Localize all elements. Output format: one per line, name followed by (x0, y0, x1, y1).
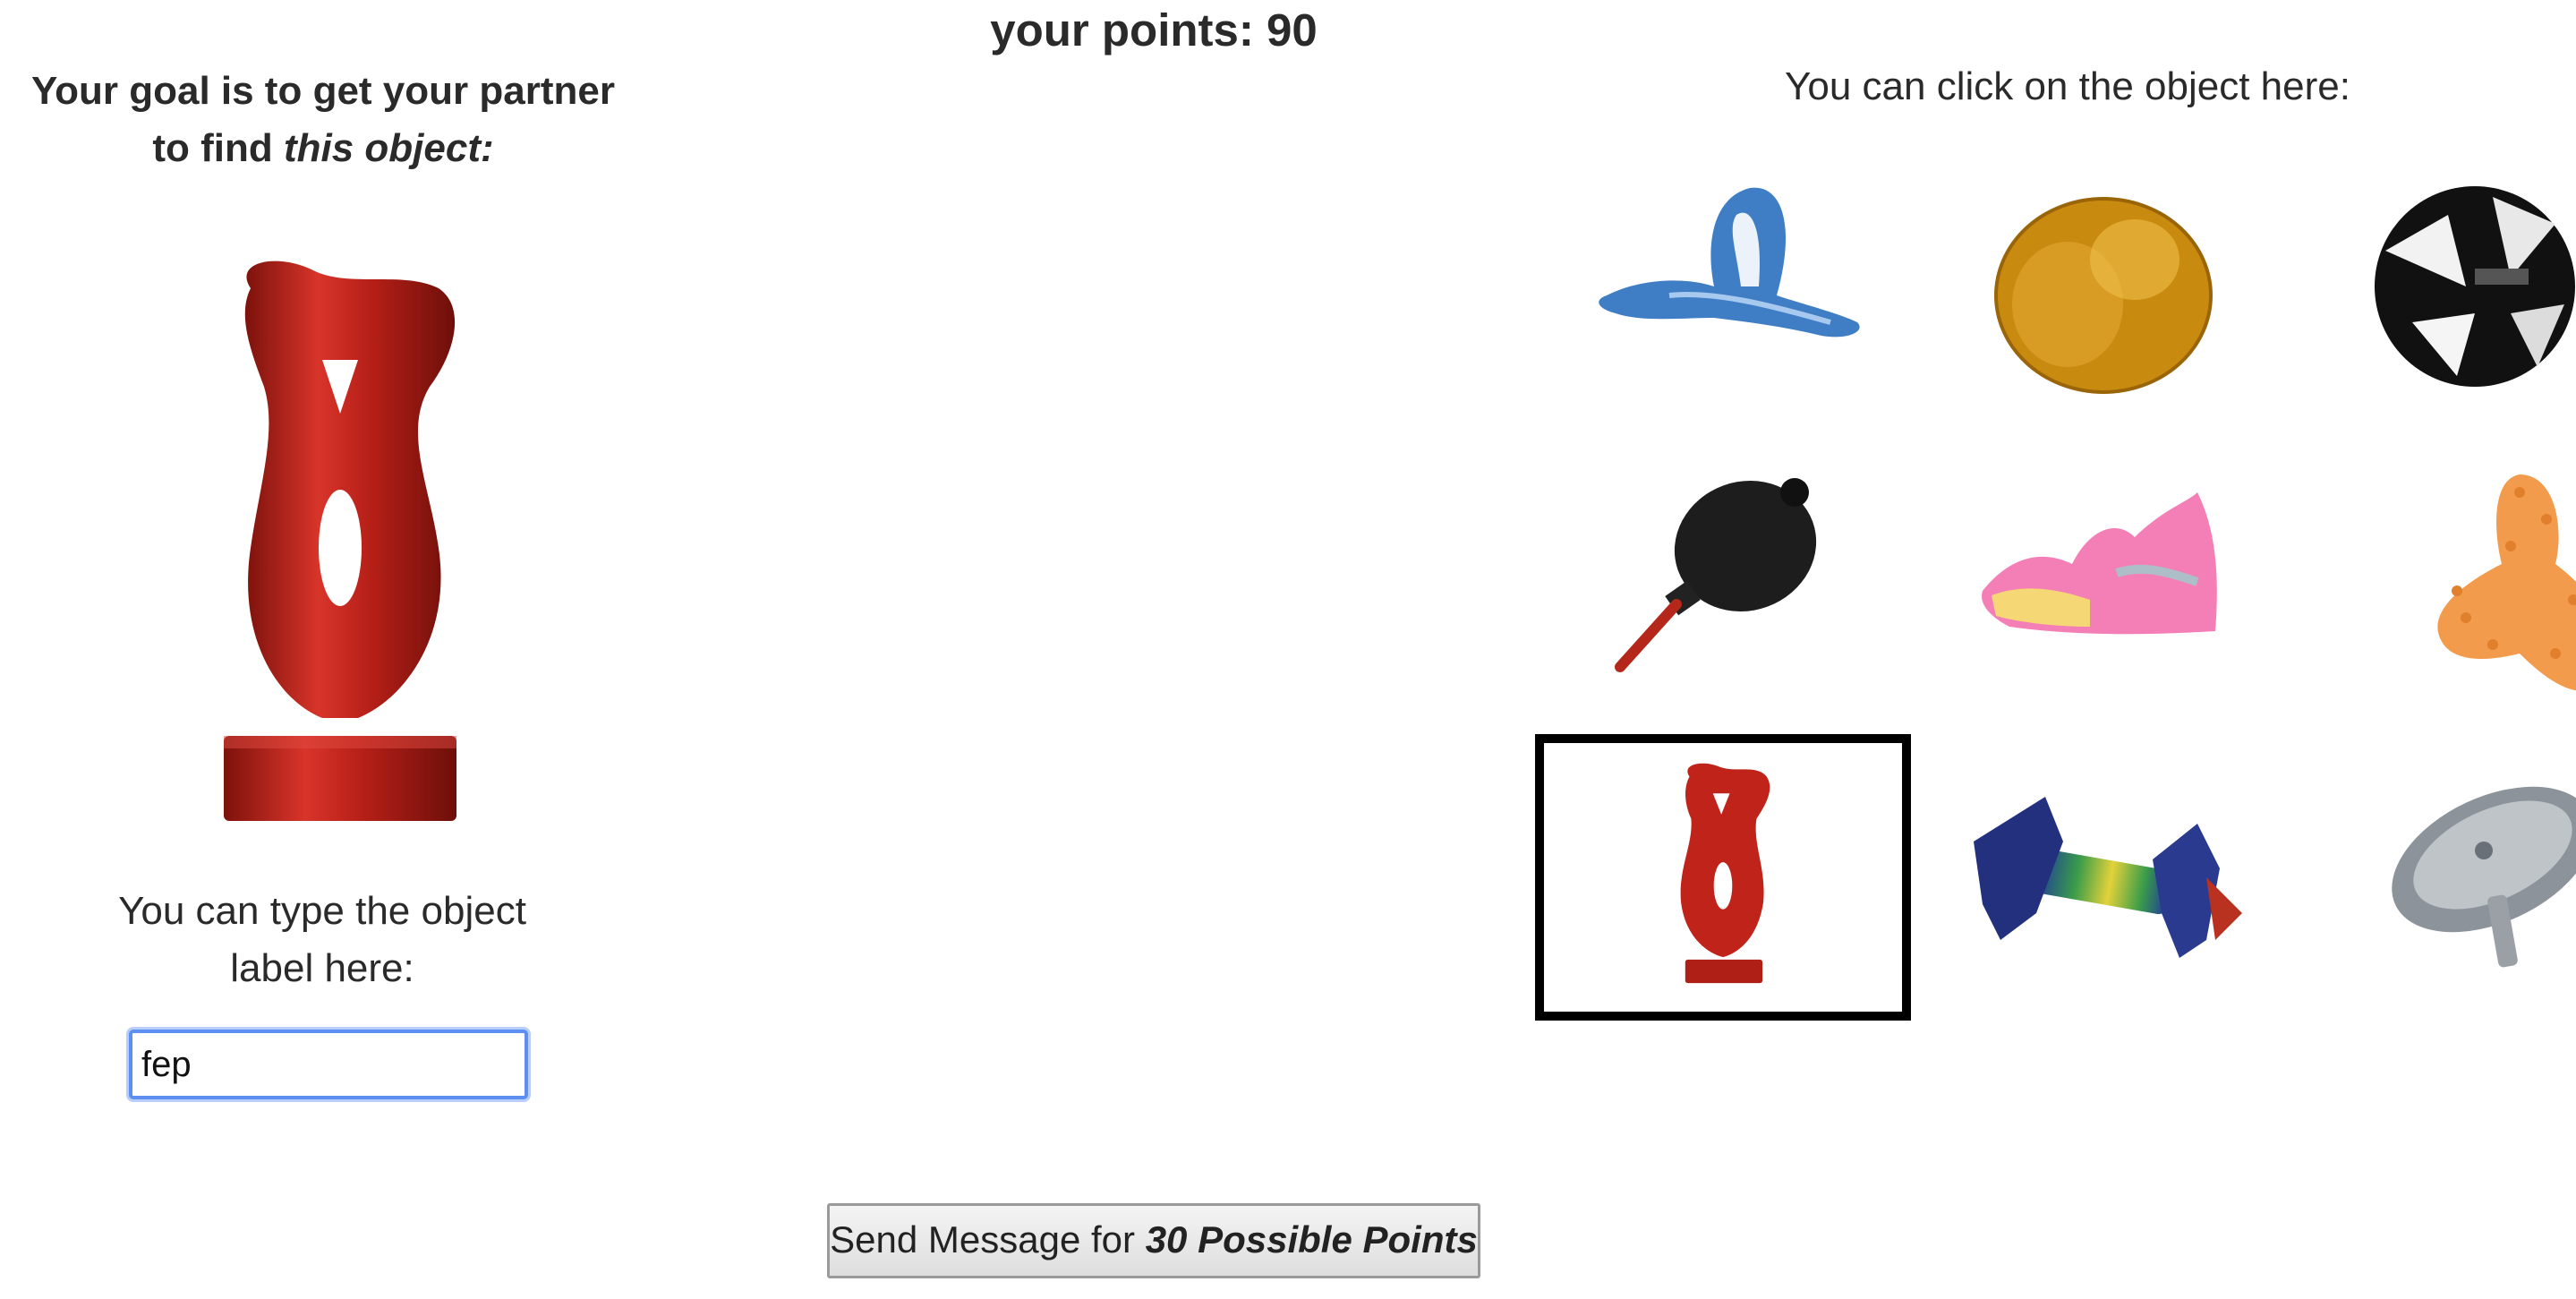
object-choice-blue-ribbon[interactable] (1535, 143, 1911, 430)
object-choice-pink-wing[interactable] (1911, 439, 2287, 725)
goal-instructions: Your goal is to get your partner to find… (0, 63, 646, 177)
send-message-prefix: Send Message for (830, 1218, 1146, 1261)
target-object-image (215, 252, 465, 825)
object-label-input[interactable] (129, 1030, 528, 1099)
object-choice-red-vase-sculpture[interactable] (1535, 734, 1911, 1021)
goal-line-2-prefix: to find (152, 126, 284, 170)
goal-line-2-emph: this object: (283, 126, 494, 170)
send-message-button[interactable]: Send Message for 30 Possible Points (827, 1203, 1480, 1278)
object-choice-amber-bulb[interactable] (1911, 143, 2287, 430)
object-choice-orange-spiky[interactable] (2287, 439, 2576, 725)
object-choice-black-white-ball[interactable] (2287, 143, 2576, 430)
label-prompt: You can type the object label here: (63, 883, 582, 997)
goal-line-1: Your goal is to get your partner (31, 69, 615, 113)
label-prompt-line-2: label here: (230, 946, 414, 990)
choices-prompt: You can click on the object here: (1785, 64, 2350, 108)
goal-line-2: to find this object: (0, 120, 646, 177)
points-display: your points: 90 (990, 4, 1318, 56)
send-message-points: 30 Possible Points (1145, 1218, 1478, 1261)
object-choice-blue-rainbow-connector[interactable] (1911, 734, 2287, 1021)
object-choice-silver-disc[interactable] (2287, 734, 2576, 1021)
object-choice-black-air-blower[interactable] (1535, 439, 1911, 725)
label-prompt-line-1: You can type the object (118, 889, 526, 933)
